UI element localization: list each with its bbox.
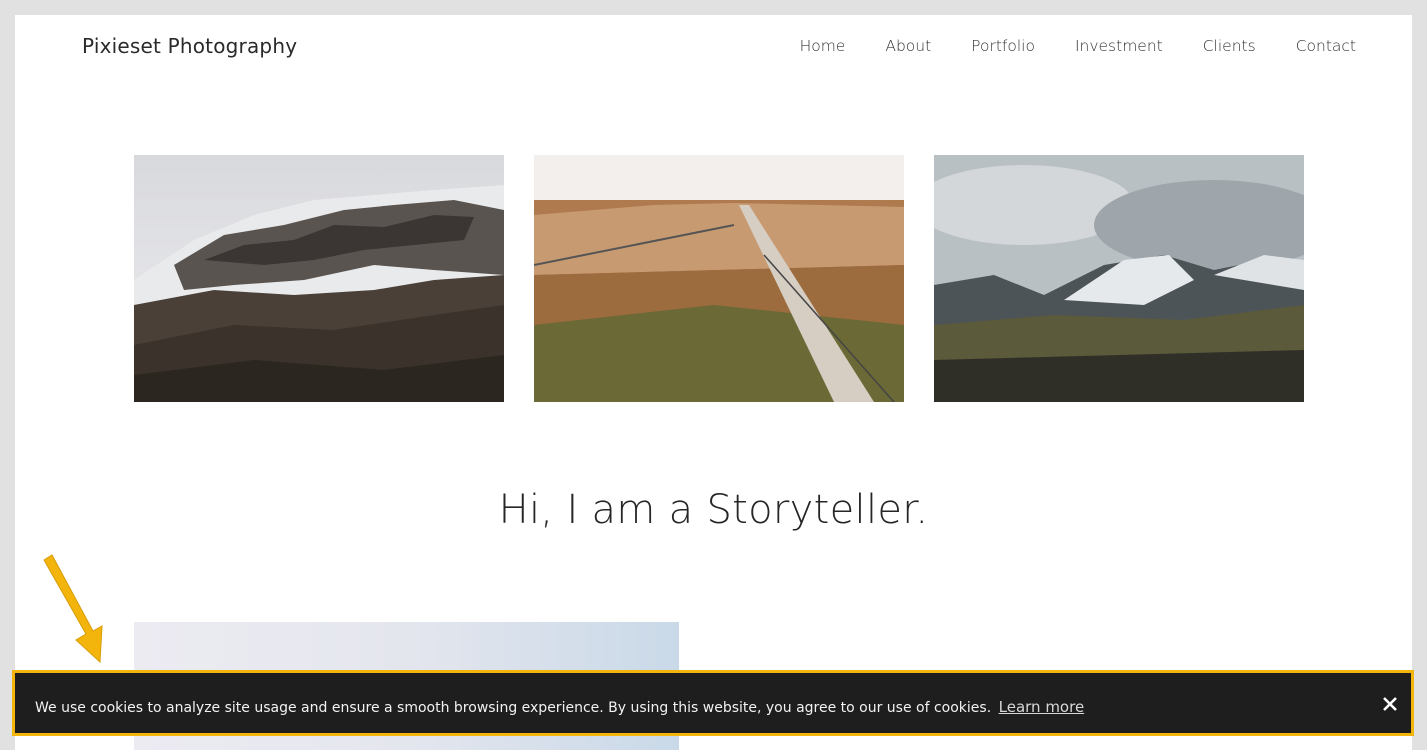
nav-clients[interactable]: Clients [1203, 37, 1256, 55]
nav-contact[interactable]: Contact [1296, 37, 1356, 55]
page: Pixieset Photography Home About Portfoli… [15, 15, 1412, 750]
site-logo[interactable]: Pixieset Photography [82, 34, 297, 58]
close-icon[interactable] [1379, 693, 1401, 715]
cookie-message: We use cookies to analyze site usage and… [35, 698, 1084, 716]
learn-more-link[interactable]: Learn more [999, 698, 1085, 716]
cookie-message-text: We use cookies to analyze site usage and… [35, 700, 992, 716]
autumn-forest-road-image[interactable] [534, 155, 904, 402]
nav-investment[interactable]: Investment [1075, 37, 1163, 55]
main-nav: Home About Portfolio Investment Clients … [800, 37, 1356, 55]
nav-home[interactable]: Home [800, 37, 846, 55]
mountain-range-valley-image[interactable] [934, 155, 1304, 402]
nav-portfolio[interactable]: Portfolio [971, 37, 1035, 55]
snowy-mountain-slope-image[interactable] [134, 155, 504, 402]
arrow-pointer-icon [43, 554, 103, 664]
cookie-banner: We use cookies to analyze site usage and… [12, 670, 1414, 736]
intro-headline: Hi, I am a Storyteller. [498, 487, 929, 533]
nav-about[interactable]: About [885, 37, 931, 55]
